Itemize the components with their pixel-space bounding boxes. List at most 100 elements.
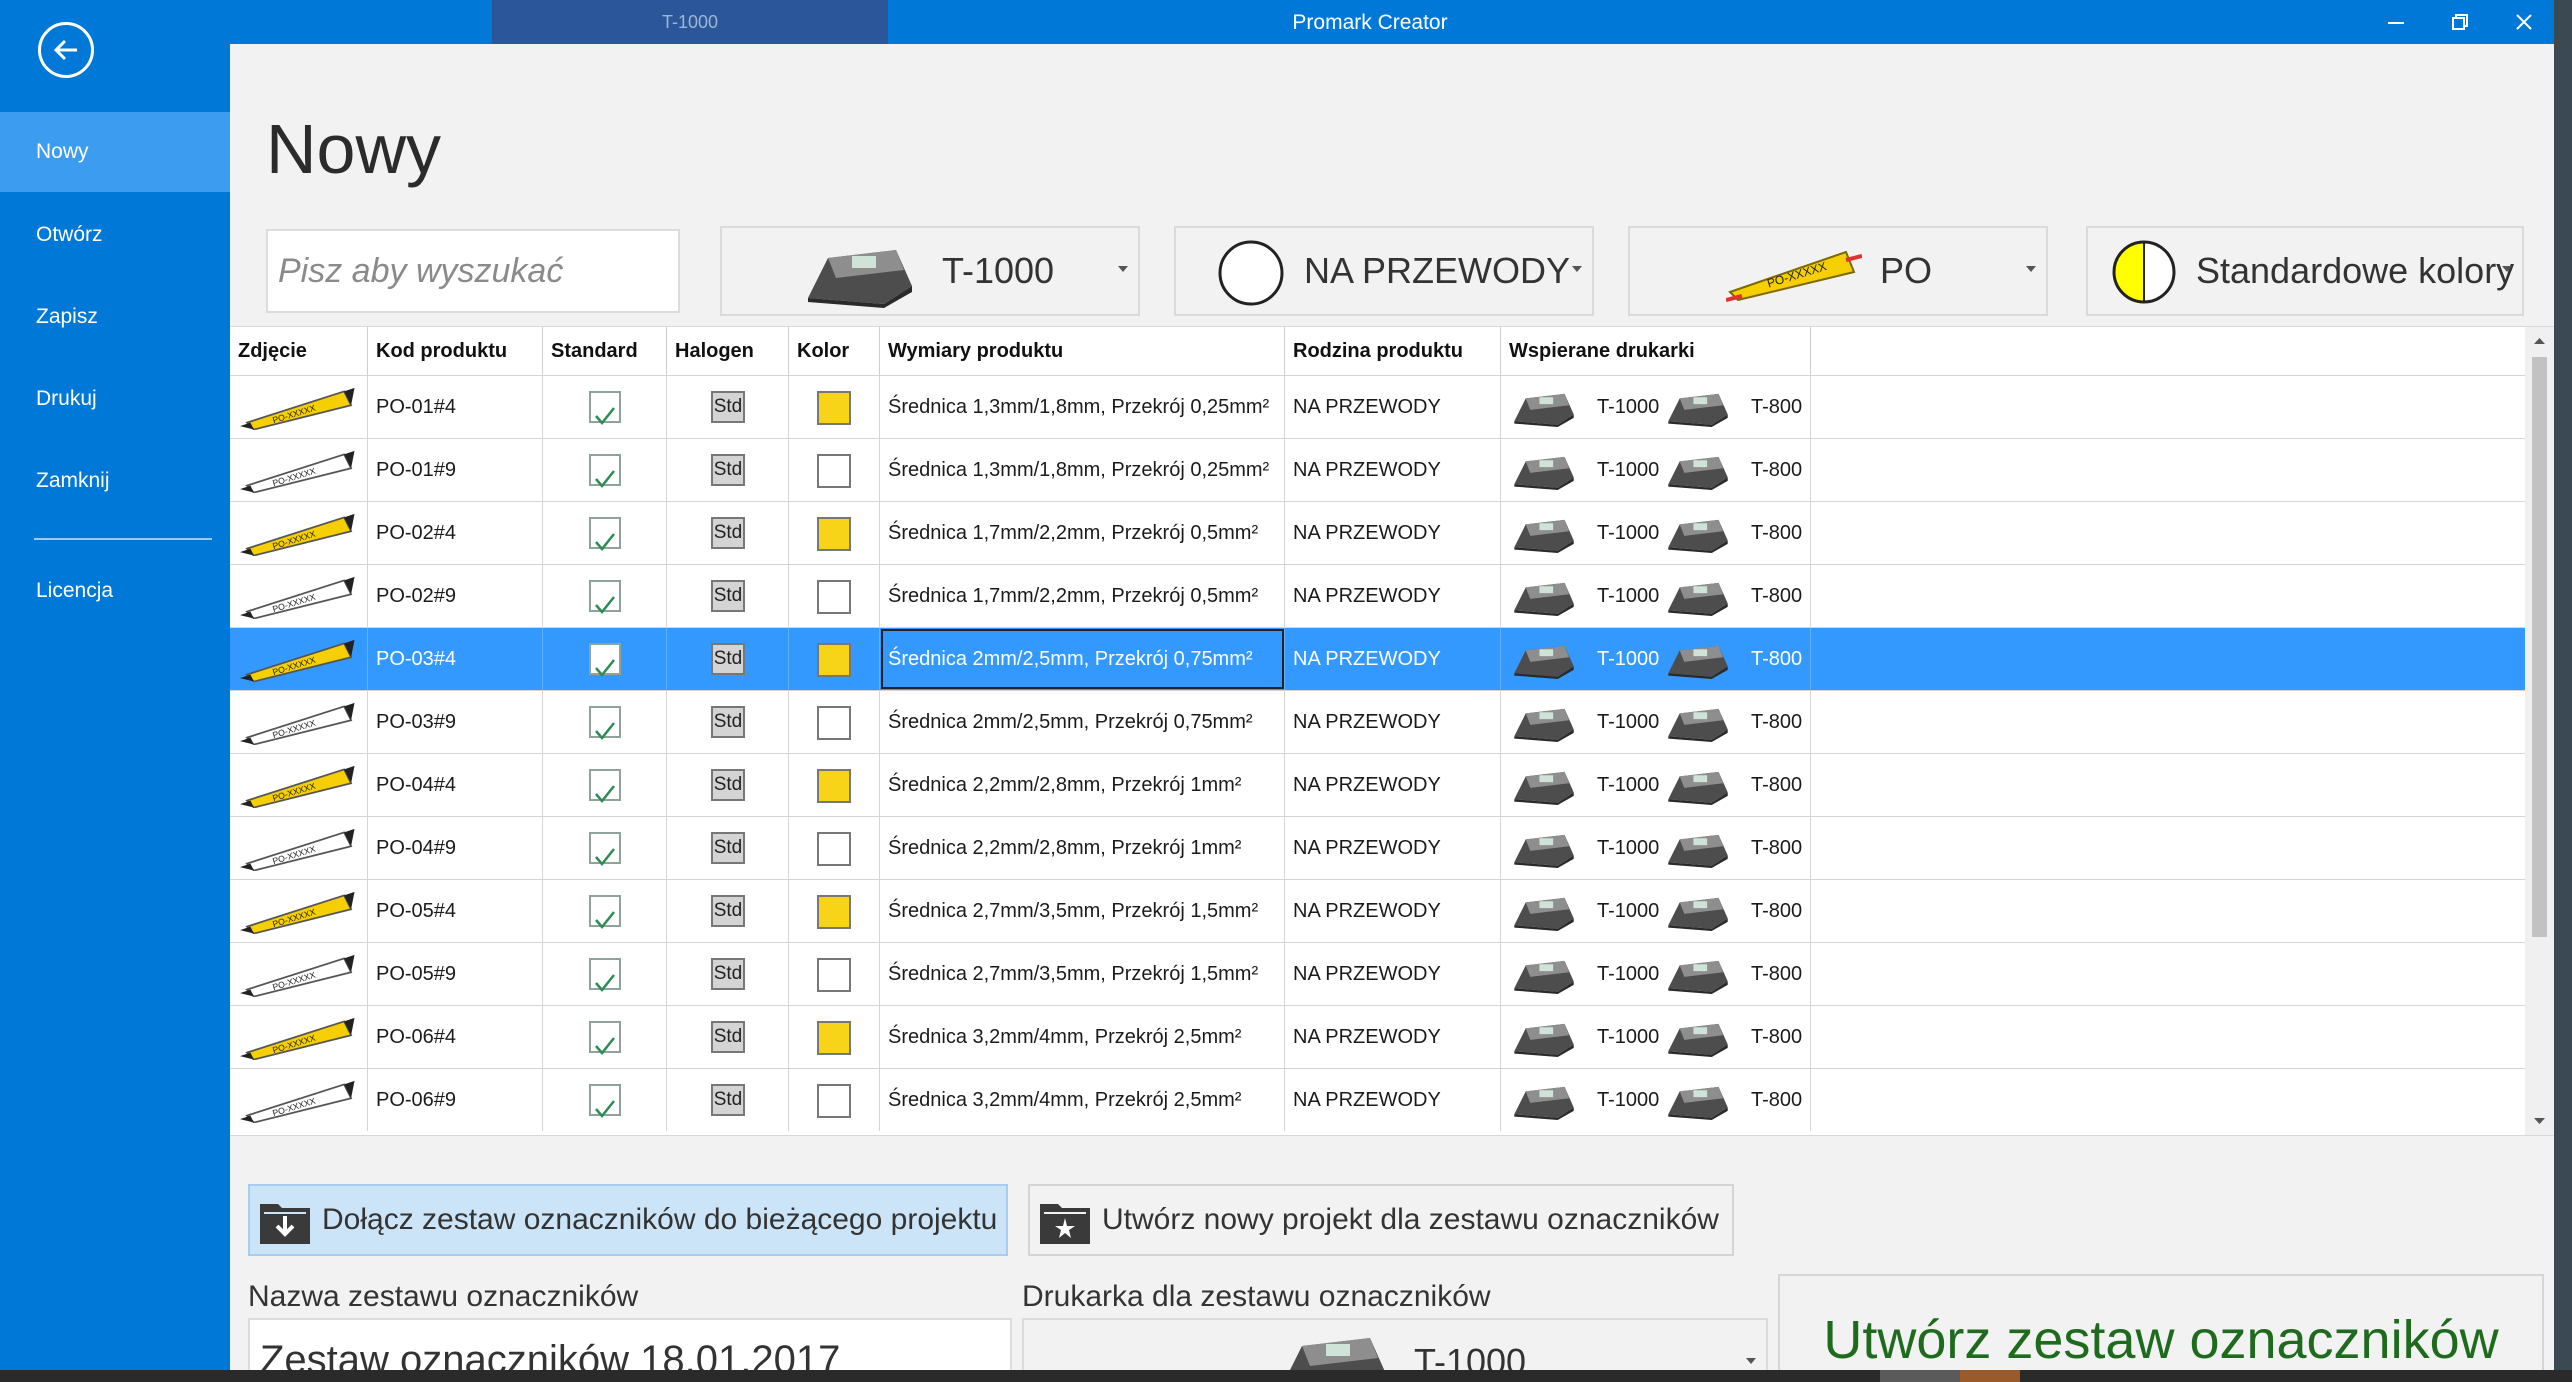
category-filter-dropdown[interactable]: NA PRZEWODY (1174, 226, 1594, 316)
close-window-button[interactable] (2490, 0, 2554, 44)
column-header-code[interactable]: Kod produktu (368, 327, 543, 375)
product-code-cell: PO-01#4 (368, 376, 543, 438)
column-header-halogen[interactable]: Halogen (667, 327, 789, 375)
scroll-up-icon[interactable] (2525, 331, 2554, 351)
vertical-scrollbar[interactable] (2525, 327, 2554, 1135)
table-row[interactable]: PO-XXXXX PO-05#4 Std Średnica 2,7mm/3,5mm, … (230, 879, 2525, 942)
column-header-family[interactable]: Rodzina produktu (1285, 327, 1501, 375)
standard-cell (543, 1006, 667, 1068)
table-row[interactable]: PO-XXXXX PO-03#9 Std Średnica 2mm/2,5mm, Pr… (230, 690, 2525, 753)
restore-button[interactable] (2426, 0, 2492, 44)
printer-name: T-1000 (1597, 459, 1660, 481)
printer-filter-dropdown[interactable]: T-1000 (720, 226, 1140, 316)
printers-cell: T-1000 T-800 (1501, 376, 1811, 438)
printers-cell: T-1000 T-800 (1501, 439, 1811, 501)
standard-checkbox[interactable] (589, 958, 621, 992)
app-window: Nowy Otwórz Zapisz Drukuj Zamknij Licenc… (0, 0, 2554, 1370)
column-header-printers[interactable]: Wspierane drukarki (1501, 327, 1811, 375)
attach-to-project-button[interactable]: Dołącz zestaw oznaczników do bieżącego p… (248, 1184, 1008, 1256)
standard-checkbox[interactable] (589, 517, 621, 551)
set-name-input[interactable] (248, 1318, 1012, 1370)
standard-checkbox[interactable] (589, 580, 621, 614)
marker-thumbnail-icon: PO-XXXXX (240, 891, 355, 934)
printer-name: T-800 (1751, 837, 1803, 859)
dimensions-cell: Średnica 2,2mm/2,8mm, Przekrój 1mm² (880, 754, 1285, 816)
sidebar-item-open[interactable]: Otwórz (0, 195, 230, 275)
family-cell: NA PRZEWODY (1285, 691, 1501, 753)
table-row[interactable]: PO-XXXXX PO-04#4 Std Średnica 2,2mm/2,8mm, … (230, 753, 2525, 816)
sidebar-item-print[interactable]: Drukuj (0, 359, 230, 439)
table-row[interactable]: PO-XXXXX PO-01#4 Std Średnica 1,3mm/1,8mm, … (230, 375, 2525, 438)
scroll-thumb[interactable] (2532, 357, 2547, 937)
back-button[interactable] (38, 22, 94, 78)
halogen-std-badge: Std (711, 643, 745, 675)
printers-cell: T-1000 T-800 (1501, 754, 1811, 816)
minimize-icon (2388, 22, 2404, 24)
standard-checkbox[interactable] (589, 1021, 621, 1055)
standard-checkbox[interactable] (589, 454, 621, 488)
standard-checkbox[interactable] (589, 391, 621, 425)
product-code-cell: PO-05#4 (368, 880, 543, 942)
sidebar-item-new[interactable]: Nowy (0, 112, 230, 192)
checkmark-icon (595, 533, 615, 551)
sidebar-item-close[interactable]: Zamknij (0, 441, 230, 521)
sidebar-item-save[interactable]: Zapisz (0, 277, 230, 357)
photo-cell: PO-XXXXX (230, 376, 368, 438)
marker-thumbnail-icon: PO-XXXXX (240, 954, 355, 997)
printer-name: T-1000 (1597, 585, 1660, 607)
create-marker-set-button[interactable]: Utwórz zestaw oznaczników (1778, 1274, 2544, 1370)
marker-thumbnail-icon: PO-XXXXX (240, 1017, 355, 1060)
table-row[interactable]: PO-XXXXX PO-02#9 Std Średnica 1,7mm/2,2mm, … (230, 564, 2525, 627)
column-header-dimensions[interactable]: Wymiary produktu (880, 327, 1285, 375)
table-row[interactable]: PO-XXXXX PO-04#9 Std Średnica 2,2mm/2,8mm, … (230, 816, 2525, 879)
column-header-color[interactable]: Kolor (789, 327, 880, 375)
standard-checkbox[interactable] (589, 769, 621, 803)
printer-name: T-800 (1751, 522, 1803, 544)
product-filter-dropdown[interactable]: PO-XXXXX PO (1628, 226, 2048, 316)
standard-checkbox[interactable] (589, 1084, 621, 1118)
table-row[interactable]: PO-XXXXX PO-01#9 Std Średnica 1,3mm/1,8mm, … (230, 438, 2525, 501)
sidebar-item-license[interactable]: Licencja (0, 551, 230, 631)
colors-filter-dropdown[interactable]: Standardowe kolory (2086, 226, 2524, 316)
product-code-cell: PO-03#4 (368, 628, 543, 690)
dimensions-cell: Średnica 2mm/2,5mm, Przekrój 0,75mm² (880, 691, 1285, 753)
standard-checkbox[interactable] (589, 832, 621, 866)
column-header-photo[interactable]: Zdjęcie (230, 327, 368, 375)
checkmark-icon (595, 659, 615, 677)
search-input[interactable] (266, 229, 680, 313)
checkmark-icon (595, 974, 615, 992)
halogen-std-badge: Std (711, 1084, 745, 1116)
column-header-standard[interactable]: Standard (543, 327, 667, 375)
new-project-button[interactable]: Utwórz nowy projekt dla zestawu oznaczni… (1028, 1184, 1734, 1256)
dimensions-cell: Średnica 2,7mm/3,5mm, Przekrój 1,5mm² (880, 880, 1285, 942)
color-cell (789, 1006, 880, 1068)
dimensions-cell: Średnica 1,3mm/1,8mm, Przekrój 0,25mm² (880, 376, 1285, 438)
photo-cell: PO-XXXXX (230, 628, 368, 690)
new-project-label: Utwórz nowy projekt dla zestawu oznaczni… (1102, 1203, 1719, 1236)
color-cell (789, 754, 880, 816)
printer-name: T-1000 (1597, 1026, 1660, 1048)
halogen-std-badge: Std (711, 580, 745, 612)
table-row[interactable]: PO-XXXXX PO-06#4 Std Średnica 3,2mm/4mm, Pr… (230, 1005, 2525, 1068)
page-title: Nowy (266, 110, 442, 188)
table-row[interactable]: PO-XXXXX PO-03#4 Std Średnica 2mm/2,5mm, Pr… (230, 627, 2525, 690)
printer-tab[interactable]: T-1000 (492, 0, 888, 44)
taskbar-item (1960, 1370, 2020, 1382)
standard-checkbox[interactable] (589, 895, 621, 929)
photo-cell: PO-XXXXX (230, 1006, 368, 1068)
standard-checkbox[interactable] (589, 706, 621, 740)
table-row[interactable]: PO-XXXXX PO-05#9 Std Średnica 2,7mm/3,5mm, … (230, 942, 2525, 1005)
color-cell (789, 817, 880, 879)
sidebar-item-label: Drukuj (36, 387, 97, 410)
color-cell (789, 628, 880, 690)
standard-checkbox[interactable] (589, 643, 621, 677)
minimize-button[interactable] (2362, 0, 2428, 44)
photo-cell: PO-XXXXX (230, 817, 368, 879)
color-swatch (817, 580, 851, 614)
photo-cell: PO-XXXXX (230, 439, 368, 501)
printer-select-dropdown[interactable]: T-1000 (1022, 1318, 1768, 1370)
table-row[interactable]: PO-XXXXX PO-02#4 Std Średnica 1,7mm/2,2mm, … (230, 501, 2525, 564)
marker-thumbnail-icon: PO-XXXXX (240, 576, 355, 619)
table-row[interactable]: PO-XXXXX PO-06#9 Std Średnica 3,2mm/4mm, Pr… (230, 1068, 2525, 1131)
scroll-down-icon[interactable] (2525, 1111, 2554, 1131)
